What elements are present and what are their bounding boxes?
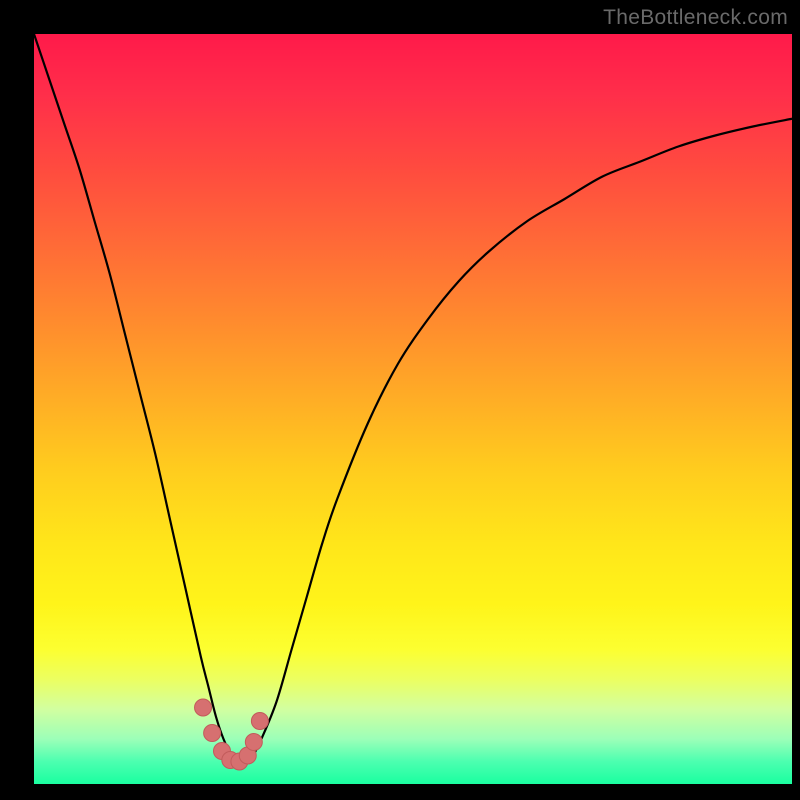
curve-marker xyxy=(245,734,262,751)
chart-frame: TheBottleneck.com xyxy=(0,0,800,800)
curve-svg xyxy=(34,34,792,784)
bottleneck-curve xyxy=(34,34,792,762)
watermark-text: TheBottleneck.com xyxy=(603,6,788,30)
curve-marker xyxy=(204,725,221,742)
plot-area xyxy=(34,34,792,784)
curve-markers xyxy=(195,699,269,770)
curve-marker xyxy=(195,699,212,716)
curve-marker xyxy=(251,713,268,730)
